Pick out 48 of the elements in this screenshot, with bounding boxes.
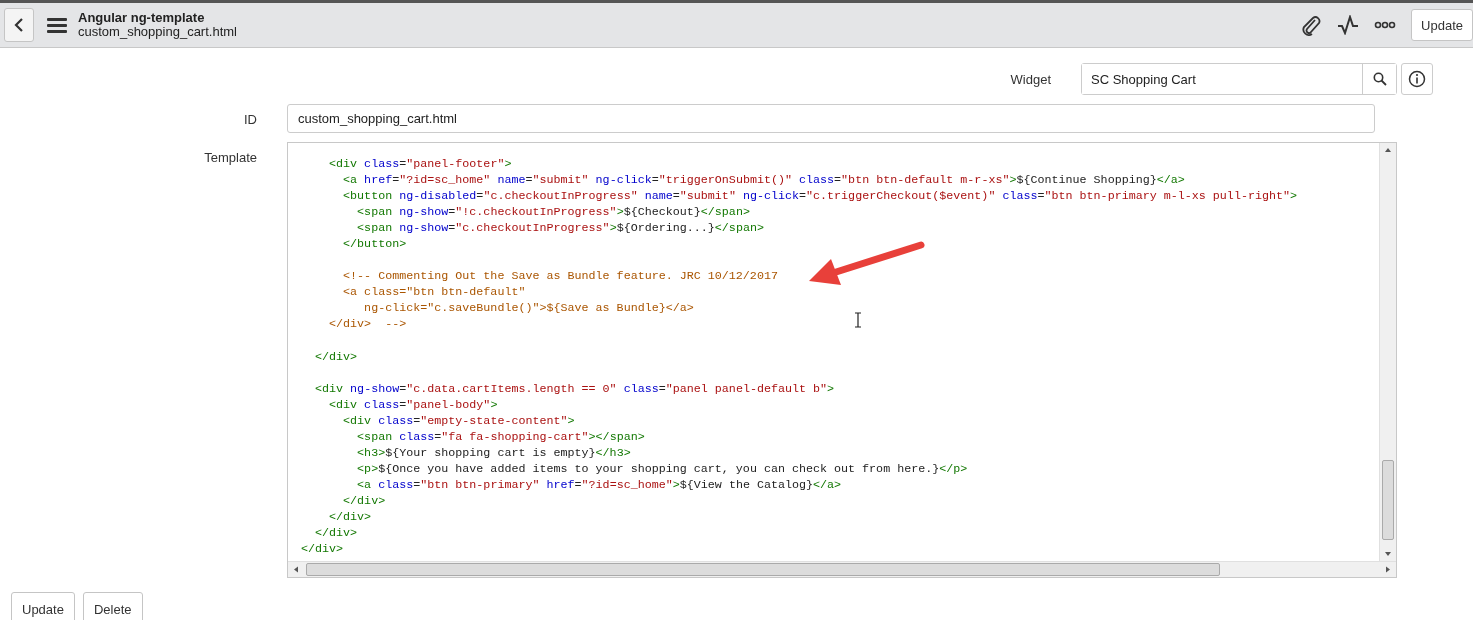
code-line: <div ng-show="c.data.cartItems.length == 0" class="panel panel-default b"> xyxy=(314,380,835,397)
code-line: <a href="?id=sc_home" name="submit" ng-click="triggerOnSubmit()" class="btn btn-default m-r-xs">${Continue Shopping}</a> xyxy=(342,172,1185,189)
text-cursor-icon xyxy=(854,312,862,328)
code-line: <div class="panel-body"> xyxy=(328,396,498,413)
field-label: ID xyxy=(243,112,257,127)
update-button[interactable]: Update xyxy=(1411,9,1473,41)
code-line: <span ng-show="c.checkoutInProgress">${Ordering...}</span> xyxy=(356,220,764,237)
code-line: </button> xyxy=(342,236,407,253)
menu-icon[interactable] xyxy=(47,17,67,33)
code-line: <a class="btn btn-default" xyxy=(342,284,526,301)
code-line: <div class="empty-state-content"> xyxy=(342,412,575,429)
code-line: </div> xyxy=(301,541,344,558)
paperclip-icon[interactable] xyxy=(1300,14,1323,36)
field-label: Template xyxy=(203,150,257,165)
code-line: </div> xyxy=(314,348,358,365)
code-editor[interactable] xyxy=(287,142,1397,578)
horizontal-scrollbar[interactable] xyxy=(288,561,1396,577)
code-line: <button ng-disabled="c.checkoutInProgress" name="submit" ng-click="c.triggerCheckout($event)" class="btn btn-primary m-l-xs pull-right"> xyxy=(342,188,1297,205)
vertical-scrollbar[interactable] xyxy=(1379,143,1396,561)
code-line: <span class="fa fa-shopping-cart"></span> xyxy=(356,428,645,445)
code-line: </div> --> xyxy=(328,316,407,333)
code-line: </div> xyxy=(314,525,358,542)
more-icon[interactable] xyxy=(1374,21,1397,29)
info-button[interactable] xyxy=(1401,63,1433,95)
code-line: <p>${Once you have added items to your shopping cart, you can check out from here.}</p> xyxy=(356,460,968,477)
field-label: Widget xyxy=(1010,71,1051,87)
search-icon xyxy=(1372,72,1387,86)
scrollbar-thumb[interactable] xyxy=(1382,460,1394,540)
record-title: Angular ng-template xyxy=(78,11,206,25)
id-field[interactable]: custom_shopping_cart.html xyxy=(287,104,1375,133)
code-line: <div class="panel-footer"> xyxy=(328,156,512,173)
form-button[interactable]: Delete xyxy=(82,592,143,620)
record-subtitle: custom_shopping_cart.html xyxy=(78,25,237,39)
back-button[interactable] xyxy=(4,8,34,42)
back-icon xyxy=(14,17,24,33)
code-line: </div> xyxy=(328,509,372,526)
activity-icon[interactable] xyxy=(1337,15,1360,35)
form-button[interactable]: Update xyxy=(11,592,75,620)
code-line: </div> xyxy=(342,493,386,510)
search-button[interactable] xyxy=(1362,64,1396,94)
info-icon xyxy=(1408,70,1426,88)
scrollbar-thumb[interactable] xyxy=(306,563,1220,576)
code-line: <!-- Commenting Out the Save as Bundle feature. JRC 10/12/2017 xyxy=(342,268,778,285)
code-line: <h3>${Your shopping cart is empty}</h3> xyxy=(356,444,631,461)
code-line: <a class="btn btn-primary" href="?id=sc_home">${View the Catalog}</a> xyxy=(356,476,842,493)
code-line: <span ng-show="!c.checkoutInProgress">${Checkout}</span> xyxy=(356,204,750,221)
widget-field[interactable]: SC Shopping Cart xyxy=(1081,63,1397,95)
code-line: ng-click="c.saveBundle()">${Save as Bundle}</a> xyxy=(363,300,694,317)
